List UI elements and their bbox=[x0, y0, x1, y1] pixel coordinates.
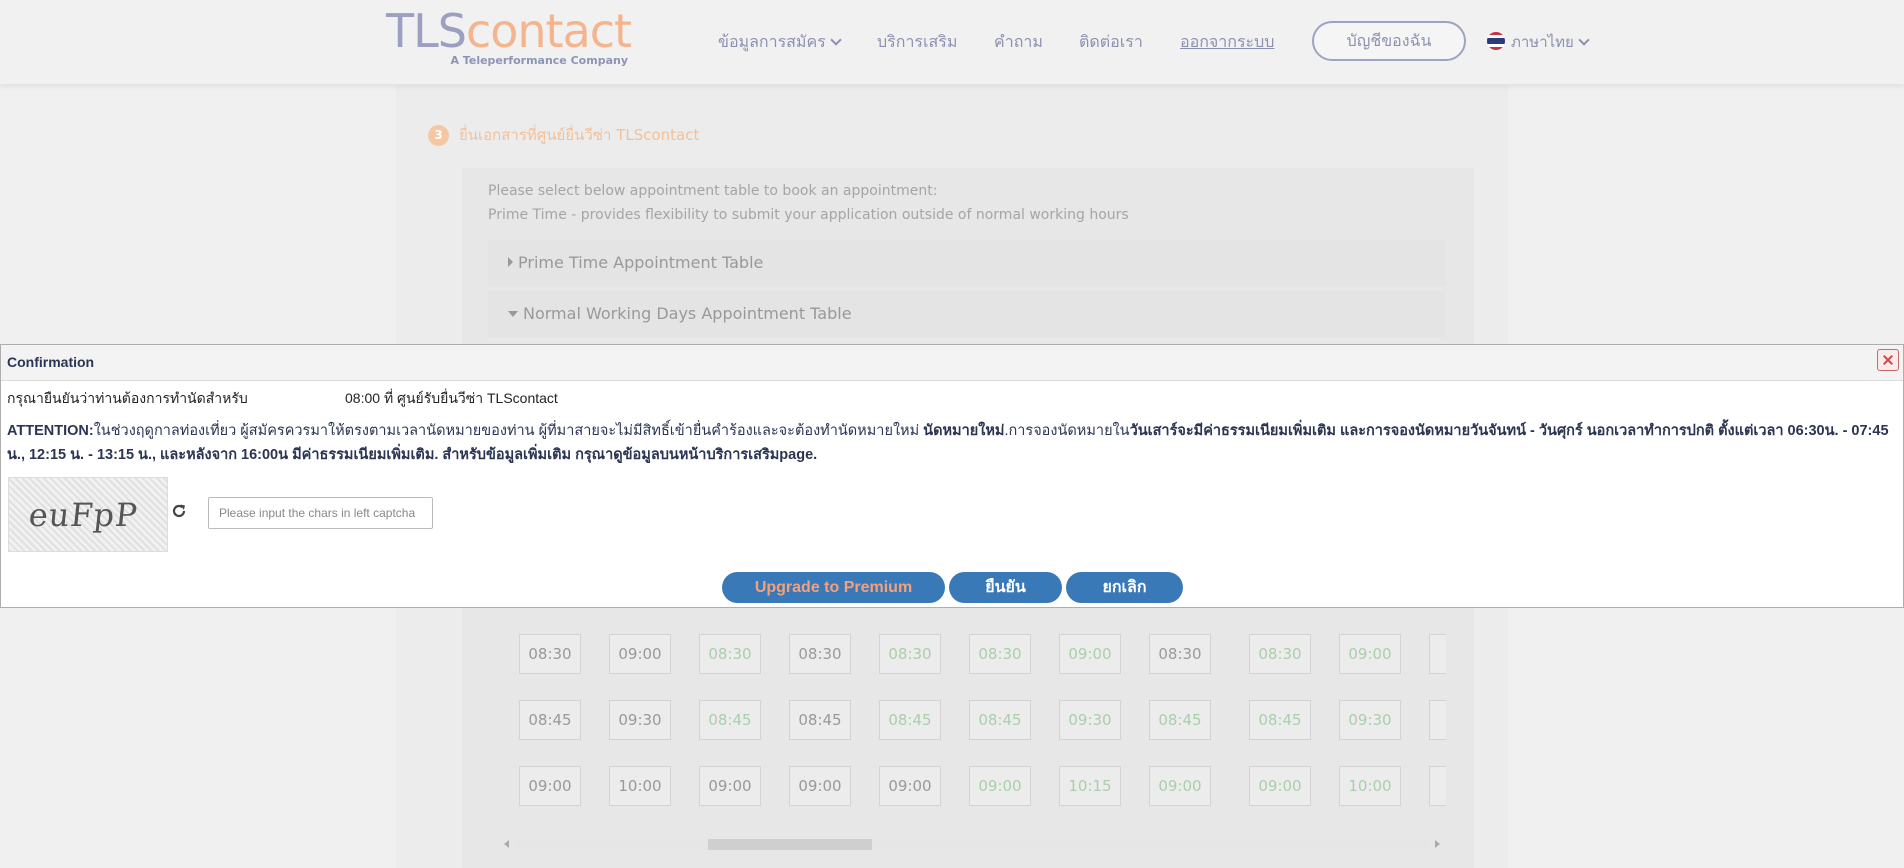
prime-time-table-label: Prime Time Appointment Table bbox=[518, 253, 764, 272]
refresh-icon[interactable] bbox=[171, 503, 187, 519]
slot-grid-scrollbar[interactable] bbox=[500, 836, 1444, 852]
time-slot[interactable]: 08:30 bbox=[699, 634, 761, 674]
time-slot[interactable]: 08:45 bbox=[1249, 700, 1311, 740]
time-slot: 09:00 bbox=[879, 766, 941, 806]
confirm-question: กรุณายืนยันว่าท่านต้องการทำนัดสำหรับ bbox=[7, 390, 248, 406]
thai-flag-icon bbox=[1487, 31, 1505, 50]
time-slot[interactable]: 08:45 bbox=[879, 700, 941, 740]
attention-text-2: .การจองนัดหมายใน bbox=[1004, 423, 1130, 439]
logo-contact: contact bbox=[465, 4, 632, 58]
logo-tagline: A Teleperformance Company bbox=[450, 54, 628, 67]
scroll-right-icon[interactable] bbox=[1435, 840, 1440, 848]
dialog-title: Confirmation bbox=[7, 354, 95, 370]
nav-application-info-label: ข้อมูลการสมัคร bbox=[718, 32, 826, 51]
tlscontact-logo[interactable]: TLScontact A Teleperformance Company bbox=[386, 4, 636, 74]
time-slot-partial bbox=[1429, 634, 1446, 674]
time-slot[interactable]: 09:30 bbox=[1059, 700, 1121, 740]
upgrade-premium-button[interactable]: Upgrade to Premium bbox=[722, 572, 945, 603]
time-slot[interactable]: 08:45 bbox=[969, 700, 1031, 740]
time-slot[interactable]: 09:00 bbox=[1249, 766, 1311, 806]
time-slot: 08:45 bbox=[789, 700, 851, 740]
info-line-prime-time: Prime Time - provides flexibility to sub… bbox=[488, 207, 1129, 223]
nav-contact[interactable]: ติดต่อเรา bbox=[1079, 28, 1143, 56]
confirm-time: 08:00 bbox=[345, 390, 381, 406]
logo-tls: TLS bbox=[386, 4, 467, 58]
prime-time-table-toggle[interactable]: Prime Time Appointment Table bbox=[488, 240, 1446, 286]
time-slot: 09:00 bbox=[609, 634, 671, 674]
captcha-input[interactable] bbox=[208, 497, 433, 529]
dialog-titlebar: Confirmation bbox=[1, 345, 1903, 381]
step-title: ยื่นเอกสารที่ศูนย์ยื่นวีซ่า TLScontact bbox=[459, 126, 700, 144]
time-slot[interactable]: 08:30 bbox=[879, 634, 941, 674]
nav-extra-services[interactable]: บริการเสริม bbox=[877, 28, 957, 56]
cancel-button[interactable]: ยกเลิก bbox=[1066, 572, 1183, 603]
time-slot[interactable]: 09:00 bbox=[1339, 634, 1401, 674]
time-slot: 10:00 bbox=[609, 766, 671, 806]
time-slot[interactable]: 09:00 bbox=[1149, 766, 1211, 806]
info-line-select: Please select below appointment table to… bbox=[488, 183, 938, 199]
time-slot: 09:00 bbox=[519, 766, 581, 806]
scrollbar-thumb[interactable] bbox=[708, 839, 872, 850]
time-slot[interactable]: 08:45 bbox=[1149, 700, 1211, 740]
normal-days-table-toggle[interactable]: Normal Working Days Appointment Table bbox=[488, 291, 1446, 337]
time-slot: 08:30 bbox=[789, 634, 851, 674]
chevron-down-icon bbox=[1578, 34, 1590, 46]
appointment-slot-grid: 08:30 08:45 09:00 09:00 09:30 10:00 08:30 08:45… bbox=[488, 600, 1446, 850]
time-slot[interactable]: 09:00 bbox=[1059, 634, 1121, 674]
time-slot[interactable]: 08:30 bbox=[969, 634, 1031, 674]
attention-notice: ATTENTION:ในช่วงฤดูกาลท่องเที่ยว ผู้สมัค… bbox=[7, 419, 1897, 467]
attention-text-1: ในช่วงฤดูกาลท่องเที่ยว ผู้สมัครควรมาให้ต… bbox=[93, 423, 924, 439]
time-slot: 09:30 bbox=[609, 700, 671, 740]
scroll-left-icon[interactable] bbox=[504, 840, 509, 848]
time-slot[interactable]: 08:45 bbox=[699, 700, 761, 740]
site-header: TLScontact A Teleperformance Company ข้อ… bbox=[0, 0, 1904, 84]
time-slot: 09:00 bbox=[789, 766, 851, 806]
logo-wordmark: TLScontact bbox=[386, 4, 632, 58]
time-slot: 08:45 bbox=[519, 700, 581, 740]
chevron-down-icon bbox=[830, 34, 842, 46]
confirm-location: ที่ ศูนย์รับยื่นวีซ่า TLScontact bbox=[383, 390, 558, 406]
time-slot[interactable]: 09:30 bbox=[1339, 700, 1401, 740]
time-slot: 09:00 bbox=[699, 766, 761, 806]
time-slot[interactable]: 08:30 bbox=[1249, 634, 1311, 674]
language-selector[interactable]: ภาษาไทย bbox=[1487, 28, 1590, 56]
normal-days-table-label: Normal Working Days Appointment Table bbox=[523, 304, 852, 323]
attention-label: ATTENTION: bbox=[7, 423, 94, 439]
my-account-button[interactable]: บัญชีของฉัน bbox=[1312, 21, 1466, 61]
nav-application-info[interactable]: ข้อมูลการสมัคร bbox=[718, 28, 842, 56]
nav-faq[interactable]: คำถาม bbox=[994, 28, 1043, 56]
confirm-time-location: 08:00 ที่ ศูนย์รับยื่นวีซ่า TLScontact bbox=[345, 388, 558, 410]
step-heading: 3 ยื่นเอกสารที่ศูนย์ยื่นวีซ่า TLScontact bbox=[428, 123, 700, 146]
step-number-badge: 3 bbox=[428, 124, 449, 146]
confirmation-dialog: Confirmation กรุณายืนยันว่าท่านต้องการทำ… bbox=[0, 344, 1904, 608]
time-slot[interactable]: 10:15 bbox=[1059, 766, 1121, 806]
captcha-text: euFpP bbox=[27, 496, 140, 534]
nav-logout[interactable]: ออกจากระบบ bbox=[1180, 28, 1274, 56]
scrollbar-track[interactable] bbox=[514, 839, 1430, 850]
confirm-button[interactable]: ยืนยัน bbox=[949, 572, 1062, 603]
language-label: ภาษาไทย bbox=[1511, 33, 1574, 51]
captcha-image: euFpP bbox=[8, 477, 168, 552]
time-slot: 08:30 bbox=[1149, 634, 1211, 674]
attention-bold-1: นัดหมายใหม่ bbox=[923, 423, 1005, 439]
time-slot-partial bbox=[1429, 766, 1446, 806]
time-slot: 08:30 bbox=[519, 634, 581, 674]
time-slot[interactable]: 10:00 bbox=[1339, 766, 1401, 806]
caret-right-icon bbox=[508, 257, 513, 267]
time-slot[interactable]: 09:00 bbox=[969, 766, 1031, 806]
caret-down-icon bbox=[508, 311, 518, 317]
time-slot-partial bbox=[1429, 700, 1446, 740]
close-icon[interactable] bbox=[1877, 349, 1899, 371]
